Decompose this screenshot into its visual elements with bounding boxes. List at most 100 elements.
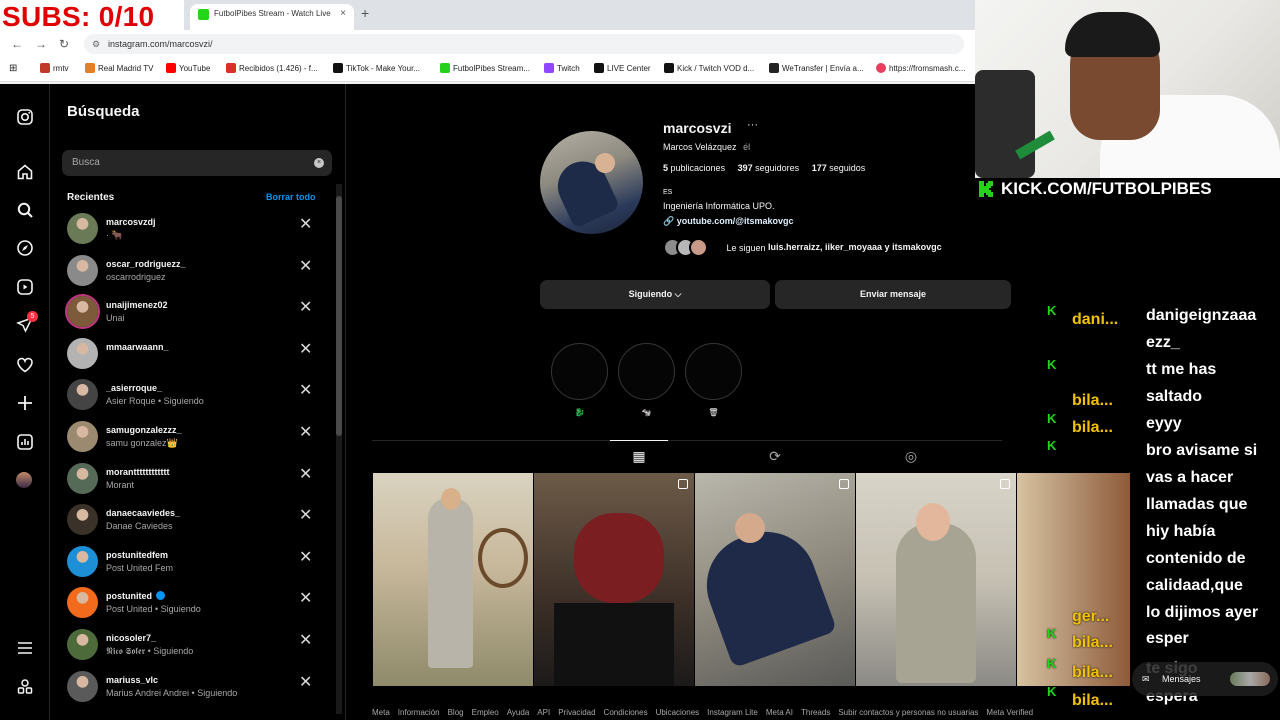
remove-recent-icon[interactable]: ✕: [299, 299, 312, 317]
recent-search-item[interactable]: oscar_rodriguezz_ oscarrodriguez ✕: [50, 251, 346, 292]
footer-link[interactable]: Ubicaciones: [656, 708, 700, 717]
notifications-heart-icon[interactable]: [16, 356, 34, 374]
webcam-overlay: [975, 0, 1280, 178]
reels-icon[interactable]: [16, 278, 34, 296]
remove-recent-icon[interactable]: ✕: [299, 382, 312, 400]
post-1[interactable]: [373, 473, 533, 686]
recent-search-item[interactable]: mmaarwaann_ ✕: [50, 334, 346, 375]
bookmark-wetransfer[interactable]: WeTransfer | Envía a...: [769, 63, 864, 75]
recent-search-item[interactable]: marcosvzdj · 🐂 ✕: [50, 209, 346, 250]
recent-search-item[interactable]: postunited Post United • Siguiendo ✕: [50, 583, 346, 624]
messages-icon[interactable]: 5: [16, 311, 38, 334]
tab-reels-icon[interactable]: ⟳: [765, 448, 785, 465]
bookmark-real-madrid-tv[interactable]: Real Madrid TV: [85, 63, 153, 75]
bookmark-kick-twitch-vod[interactable]: Kick / Twitch VOD d...: [664, 63, 754, 75]
profile-options-icon[interactable]: ···: [747, 119, 758, 131]
bookmark-gmail[interactable]: Recibidos (1.426) - f...: [226, 63, 318, 75]
avatar: [67, 670, 98, 702]
forward-icon[interactable]: →: [35, 37, 47, 51]
bookmark-youtube[interactable]: YouTube: [166, 63, 210, 75]
verified-badge-icon: [156, 591, 165, 601]
footer-link[interactable]: Blog: [448, 708, 464, 717]
back-icon[interactable]: ←: [11, 37, 23, 51]
footer-link[interactable]: Meta Verified: [986, 708, 1033, 717]
recent-search-item[interactable]: postunitedfem Post United Fem ✕: [50, 542, 346, 583]
avatar: [67, 337, 98, 369]
profile-link[interactable]: 🔗 youtube.com/@itsmakovgc: [663, 216, 794, 227]
footer-link[interactable]: Información: [398, 708, 440, 717]
recent-search-item[interactable]: _asierroque_ Asier Roque • Siguiendo ✕: [50, 375, 346, 416]
tab-close-icon[interactable]: ×: [340, 4, 346, 24]
profile-avatar-icon[interactable]: [16, 472, 34, 490]
highlight-2[interactable]: [618, 343, 675, 400]
explore-icon[interactable]: [16, 239, 34, 257]
footer-link[interactable]: Condiciones: [604, 708, 648, 717]
recent-search-item[interactable]: danaecaaviedes_ Danae Caviedes ✕: [50, 500, 346, 541]
avatar: [67, 213, 98, 244]
remove-recent-icon[interactable]: ✕: [299, 216, 312, 234]
footer-link[interactable]: Meta: [372, 708, 390, 717]
tab-tagged-icon[interactable]: ◎: [901, 448, 921, 465]
followed-by[interactable]: Le siguen luis.herraizz, iiker_moyaaa y …: [663, 238, 942, 260]
footer-link[interactable]: Meta AI: [766, 708, 793, 717]
remove-recent-icon[interactable]: ✕: [299, 466, 312, 484]
remove-recent-icon[interactable]: ✕: [299, 632, 312, 650]
highlight-3[interactable]: [685, 343, 742, 400]
instagram-logo-icon[interactable]: [16, 108, 34, 126]
footer-link[interactable]: Threads: [801, 708, 830, 717]
apps-icon[interactable]: ⊞: [9, 63, 17, 75]
footer-link[interactable]: Ayuda: [507, 708, 530, 717]
followers-stat[interactable]: 397 seguidores: [738, 163, 800, 173]
remove-recent-icon[interactable]: ✕: [299, 507, 312, 525]
remove-recent-icon[interactable]: ✕: [299, 424, 312, 442]
new-tab-button[interactable]: +: [361, 5, 369, 21]
recent-search-item[interactable]: mariuss_vlc Marius Andrei Andrei • Siguie…: [50, 667, 346, 708]
footer-link[interactable]: Subir contactos y personas no usuarias: [838, 708, 978, 717]
footer-link[interactable]: Instagram Lite: [707, 708, 758, 717]
bookmark-rmtv[interactable]: rmtv: [40, 63, 69, 75]
post-4[interactable]: [856, 473, 1016, 686]
search-input[interactable]: Busca ×: [62, 150, 332, 176]
bookmark-fromsmash[interactable]: https://fromsmash.c...: [876, 63, 965, 75]
recent-search-item[interactable]: nicosoler7_ 𝕹𝖎𝖈𝖔 𝕾𝖔𝖑𝖊𝖗 • Siguiendo ✕: [50, 625, 346, 666]
bookmark-twitch[interactable]: Twitch: [544, 63, 580, 75]
remove-recent-icon[interactable]: ✕: [299, 590, 312, 608]
post-3-figure: [695, 517, 838, 669]
recent-search-item[interactable]: morantttttttttttt Morant ✕: [50, 459, 346, 500]
reload-icon[interactable]: ↻: [59, 37, 69, 51]
bookmark-futbolpibes[interactable]: FutbolPibes Stream...: [440, 63, 530, 75]
footer-link[interactable]: Privacidad: [558, 708, 595, 717]
scrollbar-thumb[interactable]: [336, 196, 342, 436]
meta-apps-icon[interactable]: [16, 678, 34, 696]
remove-recent-icon[interactable]: ✕: [299, 549, 312, 567]
send-message-button[interactable]: Enviar mensaje: [775, 280, 1011, 309]
site-info-icon[interactable]: ⚙: [92, 34, 100, 54]
bookmark-live-center[interactable]: LIVE Center: [594, 63, 651, 75]
footer-link[interactable]: Empleo: [472, 708, 499, 717]
address-bar[interactable]: ⚙ instagram.com/marcosvzi/: [84, 34, 964, 54]
dashboard-icon[interactable]: [16, 433, 34, 451]
post-3[interactable]: [695, 473, 855, 686]
remove-recent-icon[interactable]: ✕: [299, 258, 312, 276]
recent-subtitle: 𝕹𝖎𝖈𝖔 𝕾𝖔𝖑𝖊𝖗 • Siguiendo: [106, 646, 194, 656]
remove-recent-icon[interactable]: ✕: [299, 341, 312, 359]
footer-link[interactable]: API: [537, 708, 550, 717]
search-icon[interactable]: [16, 201, 34, 219]
recent-search-item[interactable]: unaijimenez02 Unai ✕: [50, 292, 346, 333]
bookmark-tiktok[interactable]: TikTok - Make Your...: [333, 63, 420, 75]
following-button[interactable]: Siguiendo ⌵: [540, 280, 770, 309]
messages-pill[interactable]: ✉ Mensajes: [1132, 662, 1278, 696]
clear-search-icon[interactable]: ×: [314, 158, 324, 168]
highlight-1[interactable]: [551, 343, 608, 400]
recent-search-item[interactable]: samugonzalezzz_ samu gonzalez👑 ✕: [50, 417, 346, 458]
post-2[interactable]: [534, 473, 694, 686]
clear-all-button[interactable]: Borrar todo: [266, 192, 316, 202]
following-stat[interactable]: 177 seguidos: [812, 163, 866, 173]
home-icon[interactable]: [16, 163, 34, 181]
menu-hamburger-icon[interactable]: [16, 639, 34, 657]
browser-tab[interactable]: FutbolPibes Stream - Watch Live ×: [190, 4, 354, 30]
create-plus-icon[interactable]: [16, 394, 34, 412]
profile-picture[interactable]: [540, 131, 643, 234]
tab-posts-grid-icon[interactable]: ▦: [629, 448, 649, 465]
remove-recent-icon[interactable]: ✕: [299, 674, 312, 692]
